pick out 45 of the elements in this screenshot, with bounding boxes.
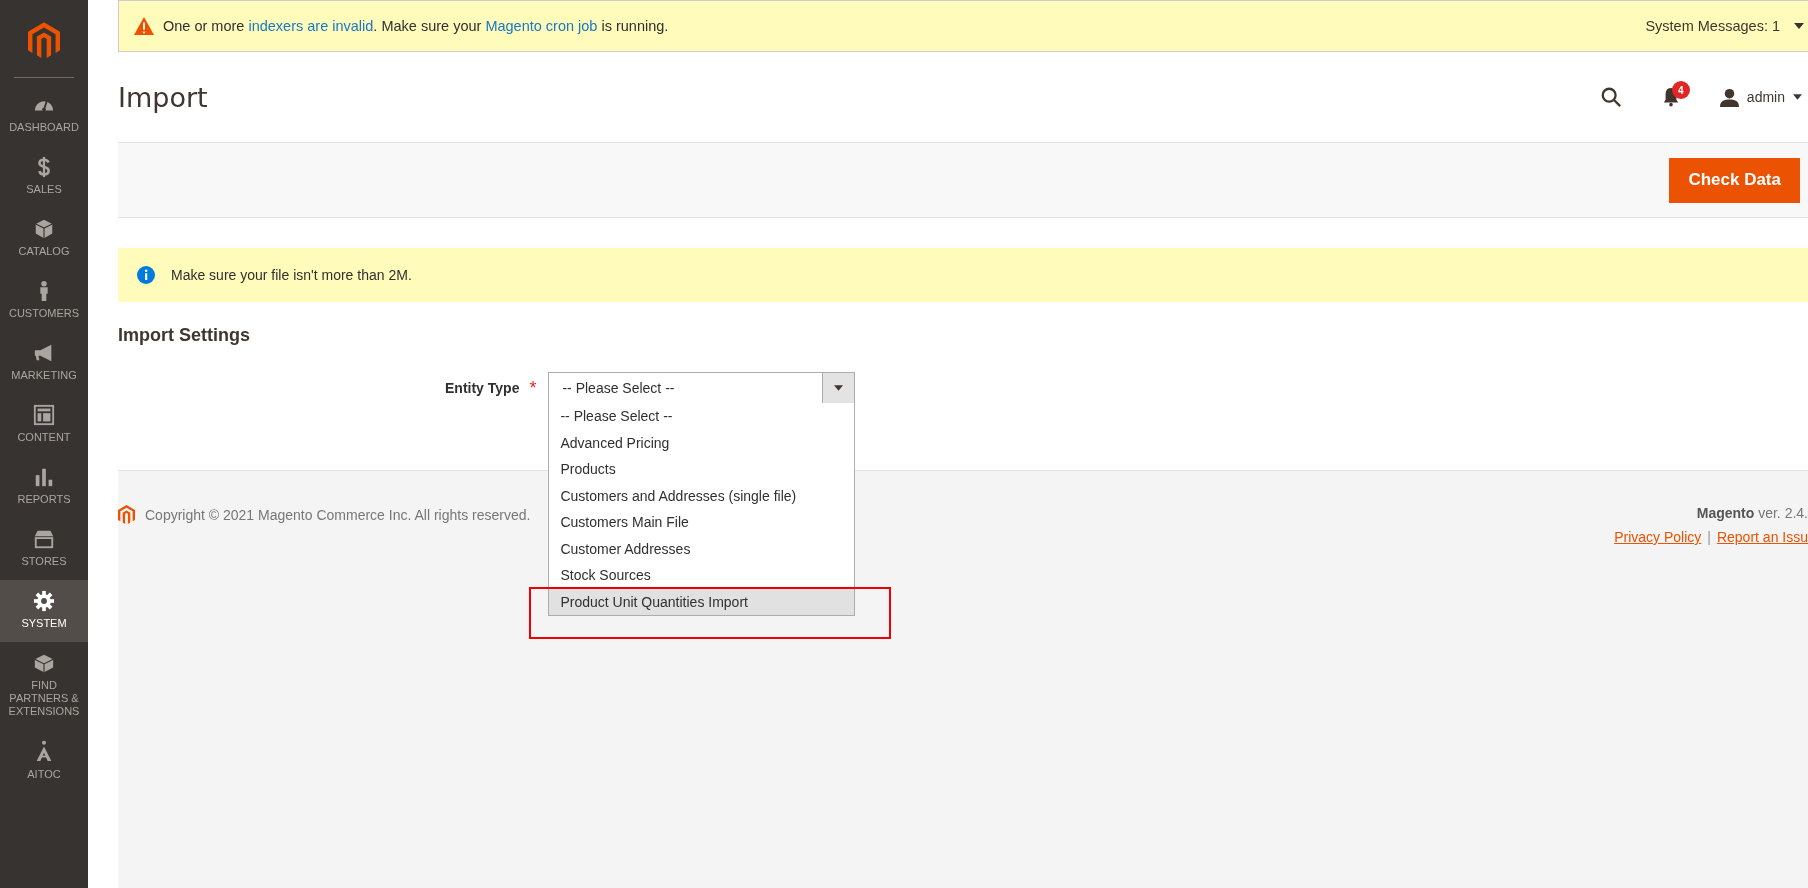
storefront-icon — [32, 528, 56, 550]
sidebar-item[interactable]: SALES — [0, 146, 88, 208]
copyright-text: Copyright © 2021 Magento Commerce Inc. All rights reserved. — [145, 506, 531, 523]
logo-icon[interactable] — [28, 22, 60, 60]
user-icon — [1719, 87, 1739, 107]
brick-icon — [33, 652, 55, 674]
field-label: Entity Type — [445, 380, 520, 396]
sidebar-item[interactable]: CONTENT — [0, 394, 88, 456]
entity-type-select[interactable]: -- Please Select -- — [548, 372, 856, 404]
notice-text: Make sure your file isn't more than 2M. — [171, 267, 412, 283]
section-title: Import Settings — [118, 325, 251, 346]
page-title: Import — [118, 81, 208, 113]
caret-icon — [1793, 94, 1802, 100]
system-messages-toggle[interactable]: System Messages: 1 — [1645, 18, 1780, 34]
info-icon — [137, 266, 155, 284]
sidebar-item[interactable]: REPORTS — [0, 456, 88, 518]
box-icon — [33, 218, 55, 240]
sidebar-item[interactable]: CATALOG — [0, 208, 88, 270]
message-link[interactable]: Magento cron job — [485, 18, 598, 34]
sidebar-item[interactable]: DASHBOARD — [0, 84, 88, 146]
dropdown-option[interactable]: Product Unit Quantities Import — [549, 588, 855, 615]
required-asterisk: * — [529, 377, 537, 399]
settings-icon — [33, 590, 55, 612]
bar-chart-icon — [33, 466, 55, 488]
sidebar-item[interactable]: STORES — [0, 518, 88, 580]
link-separator: | — [1707, 529, 1711, 545]
notification-count: 4 — [1671, 81, 1690, 99]
sidebar-item[interactable]: FIND PARTNERS & EXTENSIONS — [0, 642, 88, 729]
caret-icon — [834, 385, 844, 391]
search-icon[interactable] — [1599, 86, 1622, 108]
warning-icon — [133, 16, 155, 36]
sidebar-item[interactable]: SYSTEM — [0, 580, 88, 642]
footer-link[interactable]: Report an Issu — [1716, 529, 1808, 545]
sidebar-item[interactable]: CUSTOMERS — [0, 270, 88, 332]
version-text: Magento ver. 2.4. — [1696, 505, 1808, 521]
dropdown-button[interactable] — [822, 373, 855, 403]
footer-link[interactable]: Privacy Policy — [1614, 529, 1702, 545]
check-data-button[interactable]: Check Data — [1669, 157, 1800, 203]
layout-icon — [33, 404, 55, 426]
system-message-text: One or more indexers are invalid. Make sure your Magento cron job is running. — [163, 18, 670, 34]
sidebar-item[interactable]: AITOC — [0, 728, 88, 791]
sidebar-item[interactable]: MARKETING — [0, 332, 88, 394]
user-menu[interactable]: admin — [1719, 87, 1802, 107]
logo-icon — [118, 505, 135, 525]
caret-icon — [1794, 23, 1804, 29]
